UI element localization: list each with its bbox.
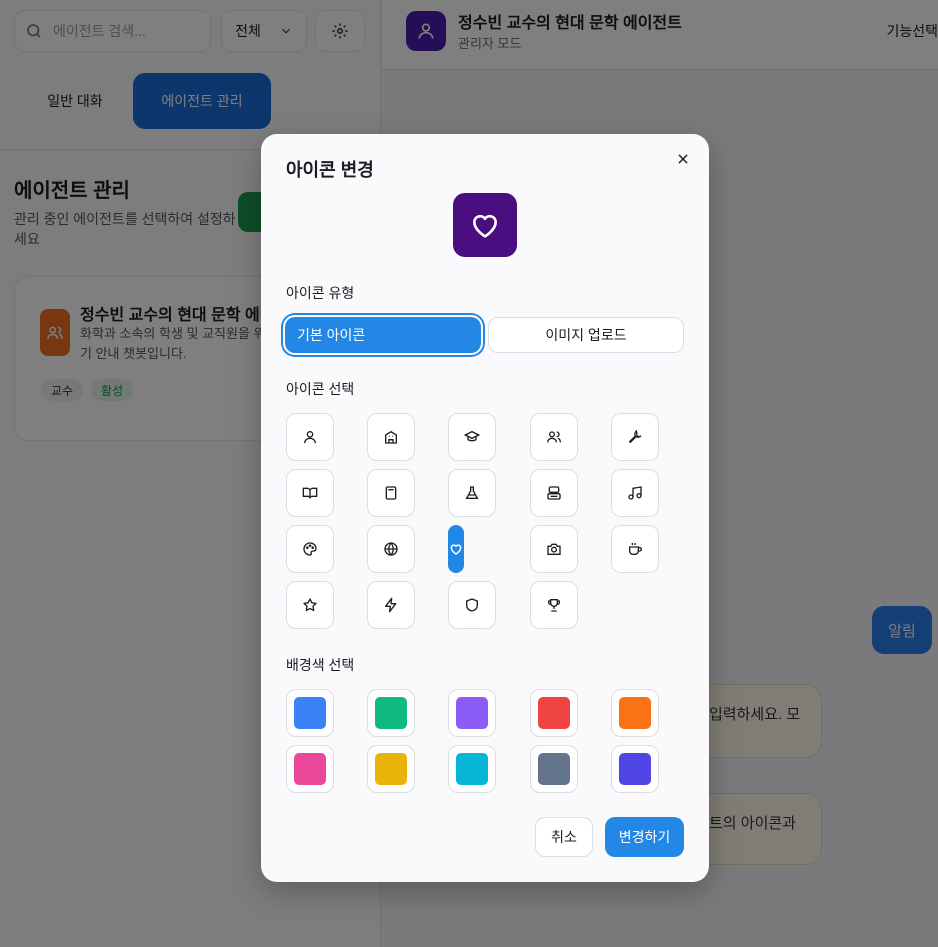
- heart-icon: [472, 214, 498, 238]
- color-swatch: [456, 753, 488, 785]
- palette-icon: [303, 542, 317, 556]
- icon-option-palette[interactable]: [286, 525, 334, 573]
- icon-option-building[interactable]: [367, 413, 415, 461]
- shield-icon: [466, 598, 478, 612]
- color-select-label: 배경색 선택: [286, 657, 355, 673]
- color-option-blue[interactable]: [286, 689, 334, 737]
- dialog-title: 아이콘 변경: [286, 160, 374, 180]
- color-swatch: [456, 697, 488, 729]
- icon-option-star[interactable]: [286, 581, 334, 629]
- color-option-purple[interactable]: [448, 689, 496, 737]
- music-icon: [628, 486, 642, 500]
- zap-icon: [385, 597, 397, 613]
- color-option-orange[interactable]: [611, 689, 659, 737]
- icon-option-coffee[interactable]: [611, 525, 659, 573]
- coffee-icon: [629, 543, 642, 555]
- close-icon: [678, 154, 688, 164]
- color-option-green[interactable]: [367, 689, 415, 737]
- icon-option-music[interactable]: [611, 469, 659, 517]
- book-icon: [302, 487, 318, 499]
- icon-select-label: 아이콘 선택: [286, 381, 355, 397]
- icon-preview: [453, 193, 517, 257]
- star-icon: [303, 598, 317, 612]
- camera-icon: [547, 543, 561, 555]
- icon-option-calculator[interactable]: [367, 469, 415, 517]
- color-option-slate[interactable]: [530, 745, 578, 793]
- color-swatch: [619, 753, 651, 785]
- color-swatch: [538, 697, 570, 729]
- icon-option-globe[interactable]: [367, 525, 415, 573]
- cancel-button[interactable]: 취소: [535, 817, 593, 857]
- image-upload-option[interactable]: 이미지 업로드: [488, 317, 684, 353]
- calculator-icon: [385, 486, 397, 500]
- color-option-pink[interactable]: [286, 745, 334, 793]
- icon-option-camera[interactable]: [530, 525, 578, 573]
- confirm-button[interactable]: 변경하기: [605, 817, 684, 857]
- color-swatch: [538, 753, 570, 785]
- icon-option-book[interactable]: [286, 469, 334, 517]
- image-upload-option-label: 이미지 업로드: [545, 327, 627, 343]
- icon-option-printer[interactable]: [530, 469, 578, 517]
- icon-option-shield[interactable]: [448, 581, 496, 629]
- color-swatch: [294, 753, 326, 785]
- close-button[interactable]: [673, 149, 693, 169]
- icon-option-users[interactable]: [530, 413, 578, 461]
- icon-option-wrench[interactable]: [611, 413, 659, 461]
- graduation-cap-icon: [464, 430, 480, 442]
- icon-option-zap[interactable]: [367, 581, 415, 629]
- icon-option-graduation-cap[interactable]: [448, 413, 496, 461]
- color-option-yellow[interactable]: [367, 745, 415, 793]
- color-swatch: [375, 697, 407, 729]
- icon-option-user[interactable]: [286, 413, 334, 461]
- color-option-cyan[interactable]: [448, 745, 496, 793]
- flask-icon: [465, 486, 479, 499]
- wrench-icon: [628, 429, 642, 444]
- user-icon: [304, 431, 316, 444]
- printer-icon: [547, 486, 561, 500]
- icon-option-flask[interactable]: [448, 469, 496, 517]
- users-icon: [547, 431, 561, 443]
- icon-type-label: 아이콘 유형: [286, 285, 355, 301]
- icon-option-heart[interactable]: [448, 525, 464, 573]
- heart-icon: [450, 544, 462, 555]
- icon-option-trophy[interactable]: [530, 581, 578, 629]
- trophy-icon: [548, 599, 560, 612]
- color-swatch: [619, 697, 651, 729]
- globe-icon: [384, 542, 398, 556]
- basic-icon-option-label: 기본 아이콘: [297, 327, 366, 343]
- color-option-red[interactable]: [530, 689, 578, 737]
- basic-icon-option[interactable]: 기본 아이콘: [285, 317, 481, 353]
- color-swatch: [294, 697, 326, 729]
- building-icon: [385, 430, 397, 444]
- color-option-indigo[interactable]: [611, 745, 659, 793]
- icon-change-dialog: 아이콘 변경 아이콘 유형 기본 아이콘 이미지 업로드 아이콘 선택 배경색 …: [261, 134, 709, 882]
- color-swatch: [375, 753, 407, 785]
